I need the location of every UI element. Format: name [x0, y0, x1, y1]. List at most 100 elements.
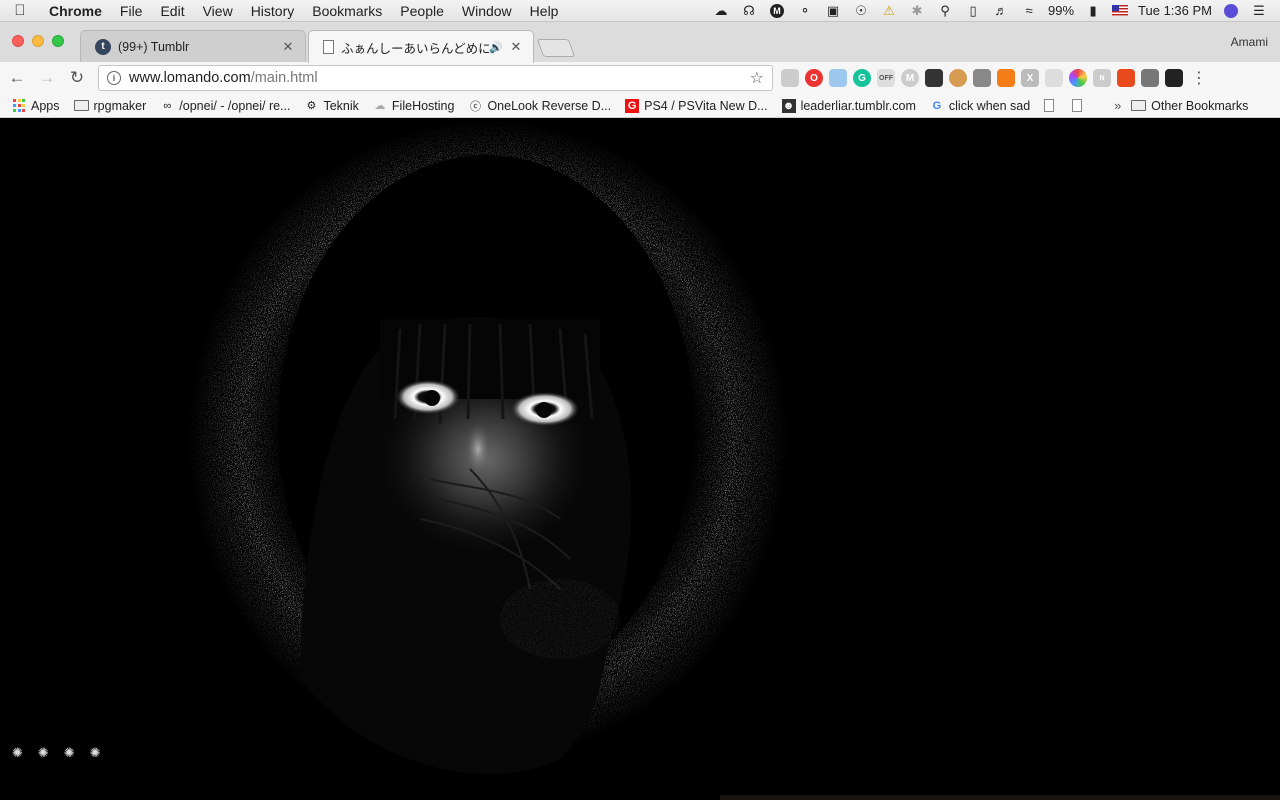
avatar-icon: ☻	[781, 98, 796, 113]
page-content: ✺ ✺ ✺ ✺	[0, 119, 1280, 800]
apple-icon[interactable]: 	[0, 2, 40, 19]
cloud-extension-icon[interactable]	[1165, 69, 1183, 87]
macos-menu-bar:  Chrome File Edit View History Bookmark…	[0, 0, 1280, 22]
tab-title: ふぁんしーあいらんどめにゅー	[341, 41, 490, 56]
battery-icon[interactable]: ▮	[1084, 3, 1102, 19]
menu-help[interactable]: Help	[521, 3, 568, 19]
menu-window[interactable]: Window	[453, 3, 521, 19]
other-bookmarks[interactable]: Other Bookmarks	[1131, 99, 1248, 113]
tab-tumblr[interactable]: t (99+) Tumblr ✕	[80, 30, 306, 62]
menubar-clock[interactable]: Tue 1:36 PM	[1138, 3, 1212, 18]
display-icon[interactable]: ▣	[824, 3, 842, 19]
office-extension-icon[interactable]	[1117, 69, 1135, 87]
menu-file[interactable]: File	[111, 3, 152, 19]
bluetooth-icon[interactable]: ✱	[908, 3, 926, 19]
address-bar[interactable]: i www.lomando.com/main.html ☆	[98, 65, 773, 91]
site-info-icon[interactable]: i	[107, 71, 121, 85]
bookmarks-bar: Apps rpgmaker ∞ /opnei/ - /opnei/ re... …	[0, 94, 1280, 118]
bookmark-star-icon[interactable]: ☆	[750, 68, 764, 88]
folder-icon	[1131, 100, 1147, 111]
ns-extension-icon[interactable]: N	[1093, 69, 1111, 87]
x-extension-icon[interactable]: X	[1021, 69, 1039, 87]
loading-indicator: ✺ ✺ ✺ ✺	[12, 745, 101, 761]
hourglass-extension-icon[interactable]	[1141, 69, 1159, 87]
bookmark-document-icon[interactable]	[1072, 99, 1083, 112]
loader-glyph: ✺	[63, 745, 75, 760]
bookmark-opnei[interactable]: ∞ /opnei/ - /opnei/ re...	[160, 99, 290, 113]
folder-icon	[73, 100, 89, 111]
zoom-window-button[interactable]	[52, 35, 64, 47]
extension-gray-icon[interactable]	[781, 69, 799, 87]
bookmark-filehosting[interactable]: ☁ FileHosting	[373, 99, 454, 113]
window-controls	[12, 35, 64, 47]
bookmark-label: leaderliar.tumblr.com	[800, 98, 916, 113]
chrome-menu-icon[interactable]: ⋮	[1191, 68, 1207, 88]
bookmark-apps[interactable]: Apps	[12, 99, 60, 113]
infinity-icon: ∞	[163, 99, 172, 112]
wave-extension-icon[interactable]	[1045, 69, 1063, 87]
bookmark-label: /opnei/ - /opnei/ re...	[179, 98, 291, 113]
bookmark-click-when-sad[interactable]: G click when sad	[930, 99, 1031, 113]
warning-icon[interactable]: ⚠	[880, 3, 898, 19]
page-extension-icon[interactable]	[829, 69, 847, 87]
loader-glyph: ✺	[12, 745, 23, 760]
bookmark-document-icon[interactable]	[1044, 99, 1055, 112]
more-bookmarks-icon[interactable]: »	[1114, 99, 1121, 113]
headphones-icon[interactable]: ☊	[740, 3, 758, 19]
notification-center-icon[interactable]: ☰	[1250, 3, 1268, 19]
bookmark-label: OneLook Reverse D...	[487, 98, 612, 113]
chat-icon[interactable]: ⚬	[796, 3, 814, 19]
close-window-button[interactable]	[12, 35, 24, 47]
new-tab-button[interactable]	[536, 39, 576, 57]
input-source-flag-icon[interactable]	[1112, 5, 1129, 16]
m-extension-icon[interactable]: M	[901, 69, 919, 87]
close-tab-icon[interactable]: ✕	[509, 39, 523, 55]
bookmark-leaderliar[interactable]: ☻ leaderliar.tumblr.com	[781, 98, 916, 113]
tab-title: (99+) Tumblr	[118, 39, 190, 54]
browser-toolbar: ← → ↻ i www.lomando.com/main.html ☆ O G …	[0, 62, 1280, 94]
battery-percent[interactable]: 99%	[1048, 3, 1074, 18]
airplay-icon[interactable]: ▯	[964, 3, 982, 19]
tab-lomando[interactable]: ふぁんしーあいらんどめにゅー 🔊 ✕	[308, 30, 534, 63]
bookmark-ps4[interactable]: G PS4 / PSVita New D...	[625, 98, 768, 113]
bookmark-onelook[interactable]: ⓒ OneLook Reverse D...	[468, 99, 611, 113]
close-tab-icon[interactable]: ✕	[281, 39, 295, 55]
menu-view[interactable]: View	[194, 3, 242, 19]
loader-glyph: ✺	[37, 745, 49, 760]
bookmark-label: rpgmaker	[93, 98, 147, 113]
minimize-window-button[interactable]	[32, 35, 44, 47]
onelook-icon: ⓒ	[469, 100, 481, 113]
forward-button[interactable]: →	[34, 65, 60, 91]
glasses-extension-icon[interactable]	[925, 69, 943, 87]
m-app-icon[interactable]: M	[768, 3, 786, 19]
cloud-sync-icon[interactable]: ☁	[712, 3, 730, 19]
wifi-icon[interactable]: ≈	[1020, 3, 1038, 19]
opera-extension-icon[interactable]: O	[805, 69, 823, 87]
audio-playing-icon[interactable]: 🔊	[489, 41, 503, 54]
back-button[interactable]: ←	[4, 65, 30, 91]
reload-button[interactable]: ↻	[64, 65, 90, 91]
apps-grid-icon	[12, 98, 26, 113]
bookmark-teknik[interactable]: ⚙ Teknik	[304, 99, 359, 113]
menu-people[interactable]: People	[391, 3, 453, 19]
menu-app-name[interactable]: Chrome	[40, 3, 111, 19]
accessibility-icon[interactable]: ☉	[852, 3, 870, 19]
profile-name[interactable]: Amami	[1231, 35, 1268, 49]
grammarly-extension-icon[interactable]: G	[853, 69, 871, 87]
tab-strip: t (99+) Tumblr ✕ ふぁんしーあいらんどめにゅー 🔊 ✕ Amam…	[0, 22, 1280, 63]
menu-edit[interactable]: Edit	[151, 3, 193, 19]
spotlight-search-icon[interactable]: ⚲	[936, 3, 954, 19]
menu-history[interactable]: History	[242, 3, 304, 19]
bookmark-label: PS4 / PSVita New D...	[644, 98, 768, 113]
volume-icon[interactable]: ♬	[992, 3, 1010, 19]
url-path: /main.html	[250, 70, 318, 86]
cookie-extension-icon[interactable]	[949, 69, 967, 87]
off-extension-icon[interactable]: OFF	[877, 69, 895, 87]
siri-icon[interactable]	[1222, 3, 1240, 19]
bookmark-rpgmaker[interactable]: rpgmaker	[73, 98, 147, 113]
cloud-icon: ☁	[374, 100, 386, 112]
wrench-extension-icon[interactable]	[973, 69, 991, 87]
tag-extension-icon[interactable]	[997, 69, 1015, 87]
color-wheel-extension-icon[interactable]	[1069, 69, 1087, 87]
menu-bookmarks[interactable]: Bookmarks	[303, 3, 391, 19]
